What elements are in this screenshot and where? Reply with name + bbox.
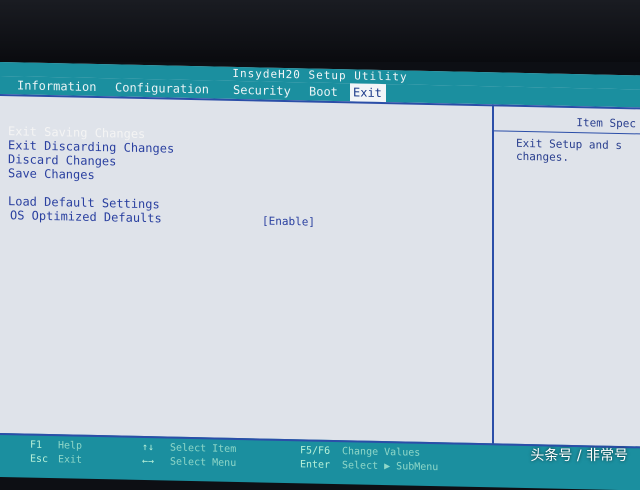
tab-exit[interactable]: Exit bbox=[350, 83, 386, 103]
key-hint-exit: Esc Exit bbox=[30, 453, 83, 466]
key-hint-select-menu: ←→ Select Menu bbox=[142, 455, 237, 469]
os-optimized-defaults-value[interactable]: [Enable] bbox=[262, 214, 315, 228]
watermark: 头条号 / 非常号 bbox=[530, 448, 628, 464]
option-os-optimized-defaults[interactable]: OS Optimized Defaults bbox=[10, 208, 162, 225]
key-hint-change-values: F5/F6 Change Values bbox=[300, 445, 421, 459]
bios-screen: InsydeH20 Setup Utility Information Conf… bbox=[0, 62, 640, 490]
tab-boot[interactable]: Boot bbox=[306, 82, 341, 101]
help-divider bbox=[494, 130, 640, 135]
help-heading: Item Spec bbox=[576, 116, 636, 131]
help-panel: Item Spec Exit Setup and s changes. bbox=[494, 104, 640, 449]
help-text: Exit Setup and s changes. bbox=[516, 136, 622, 164]
options-panel: Exit Saving Changes Exit Discarding Chan… bbox=[0, 94, 494, 446]
tab-configuration[interactable]: Configuration bbox=[112, 78, 212, 98]
option-save-changes[interactable]: Save Changes bbox=[8, 166, 95, 182]
tab-security[interactable]: Security bbox=[230, 81, 294, 100]
tab-information[interactable]: Information bbox=[14, 76, 99, 96]
key-hint-select-item: ↑↓ Select Item bbox=[142, 441, 237, 455]
monitor-bezel bbox=[0, 0, 640, 62]
key-hint-select-submenu: Enter Select ▶ SubMenu bbox=[300, 459, 439, 474]
key-hint-help: F1 Help bbox=[30, 439, 83, 452]
